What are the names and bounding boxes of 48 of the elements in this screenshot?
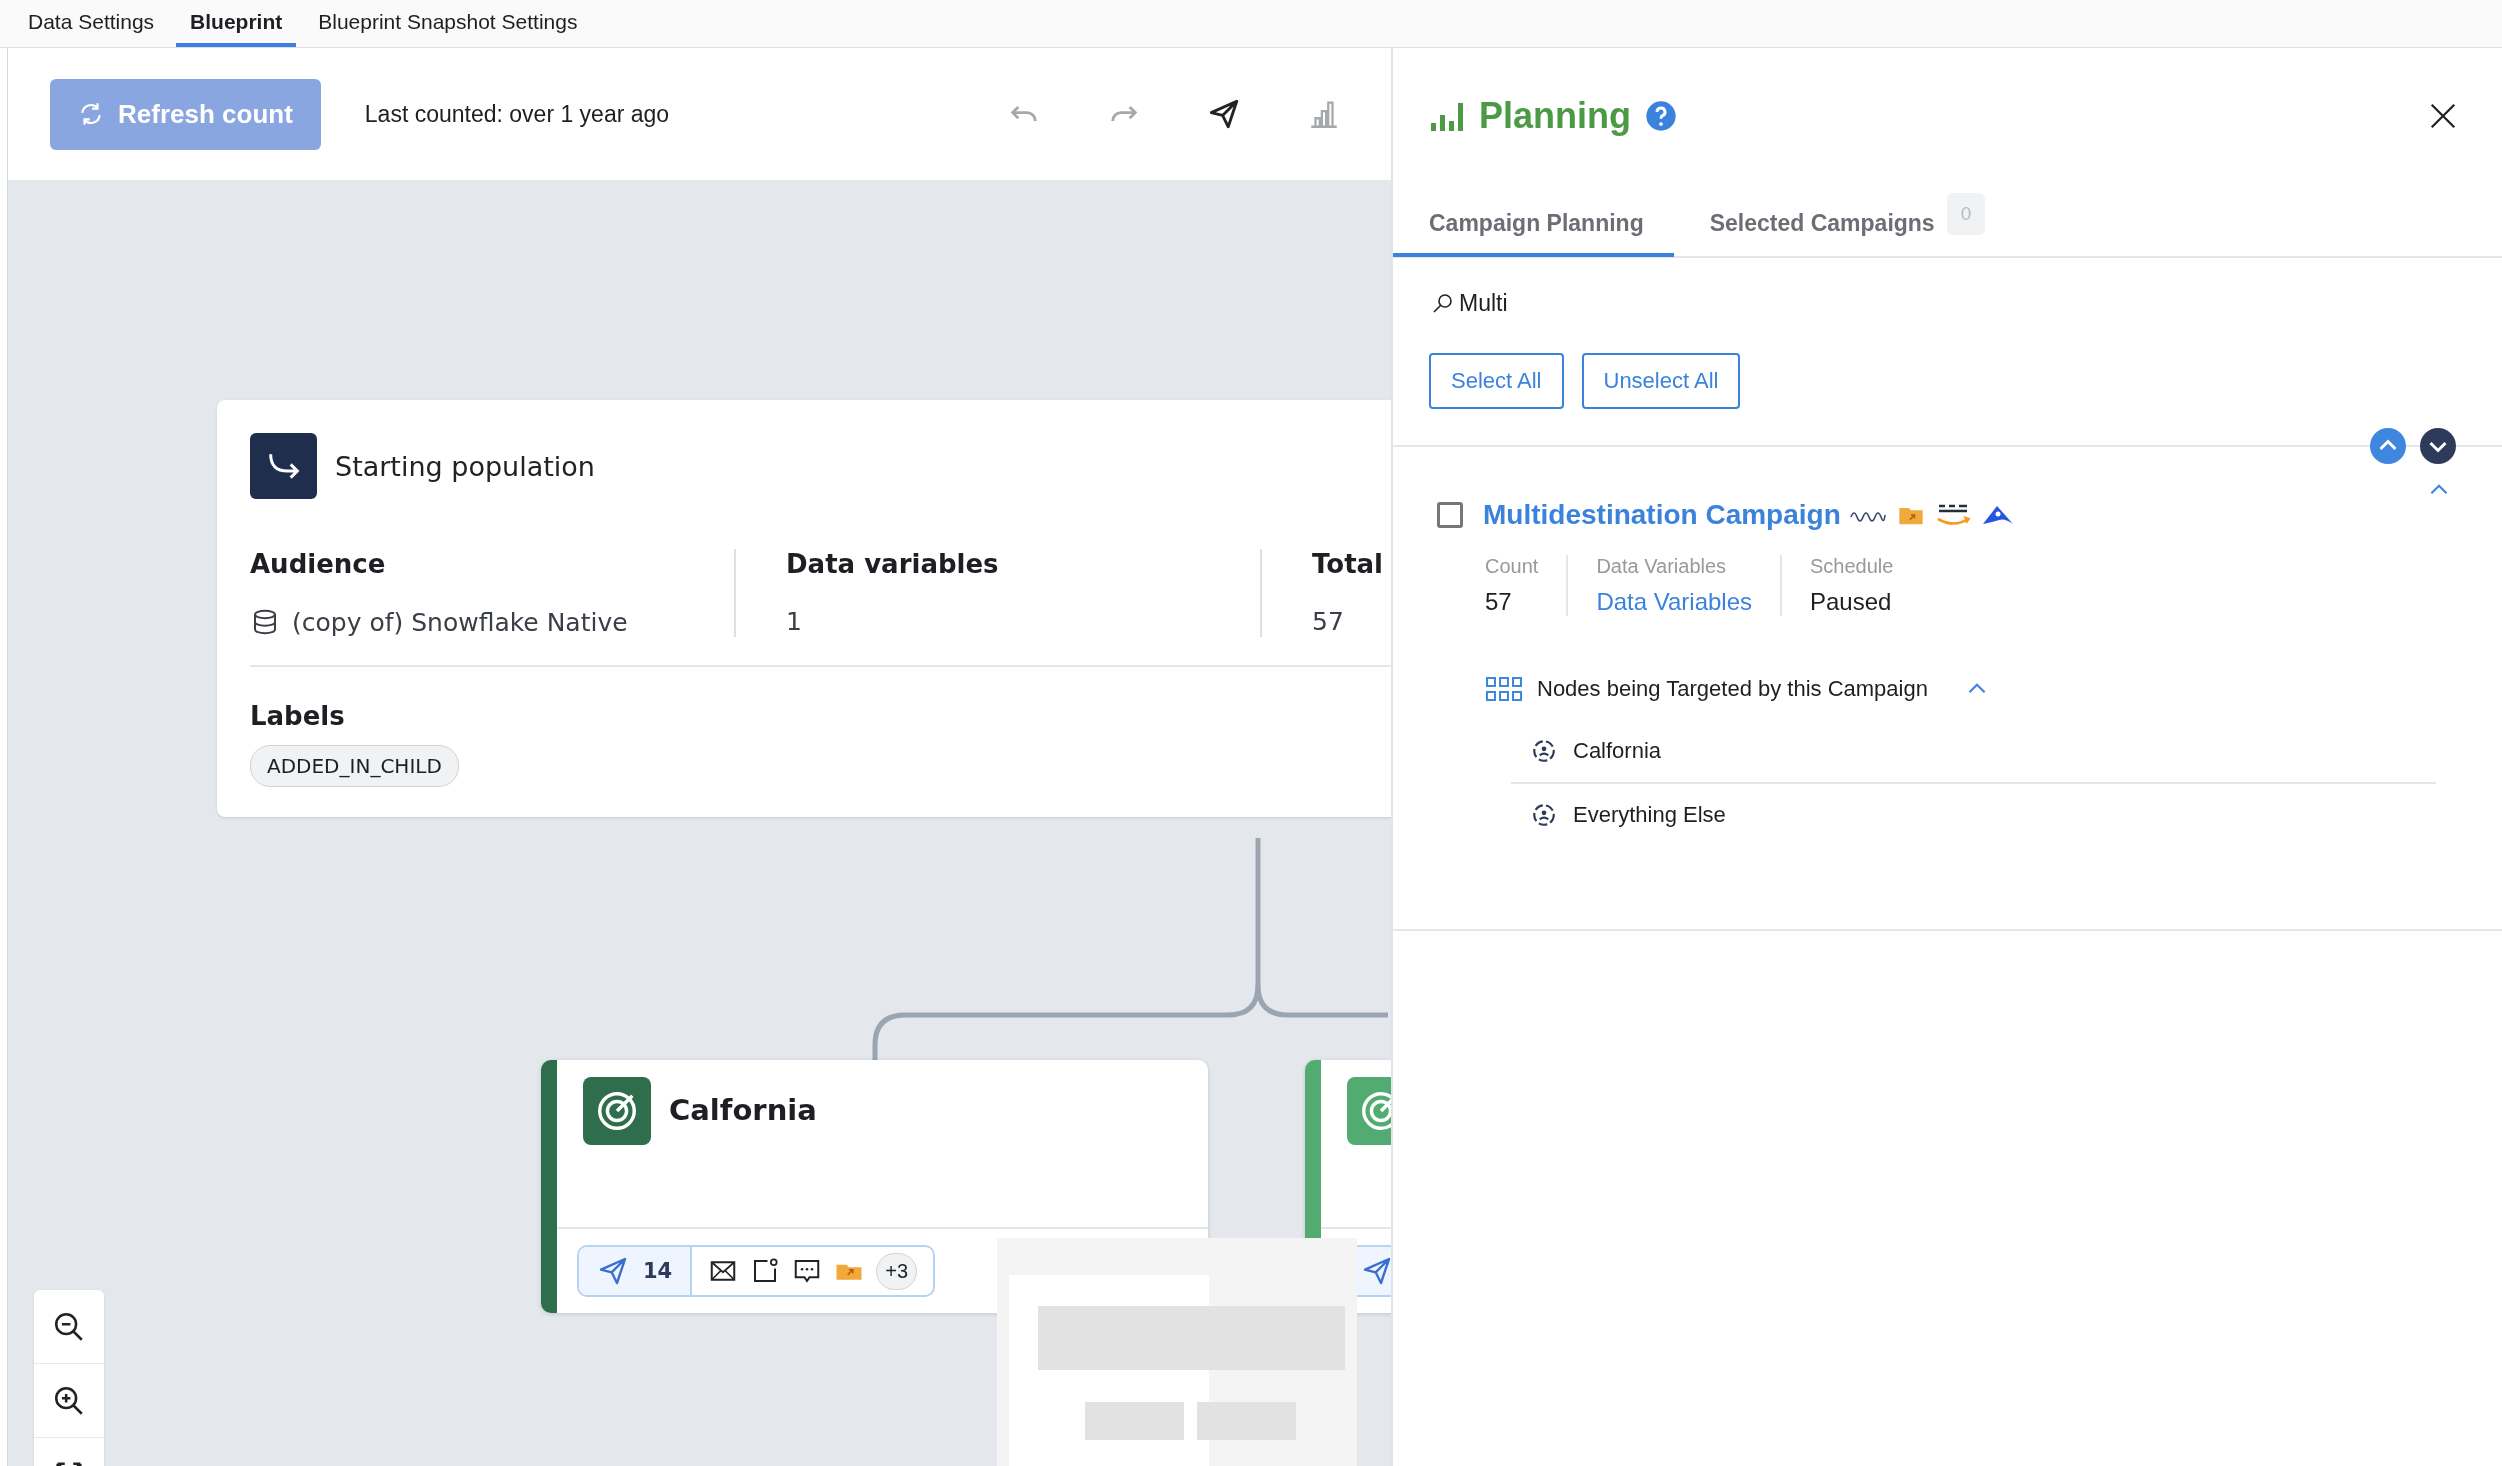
node-name: Everything Else — [1573, 802, 1726, 828]
column-value: 57 — [1312, 607, 1344, 636]
target-node-icon — [1531, 802, 1557, 828]
target-icon — [583, 1077, 651, 1145]
target-node-icon — [1531, 738, 1557, 764]
stat-label: Data Variables — [1596, 555, 1728, 578]
outline-button[interactable]: Unselect All — [1581, 353, 1741, 409]
stat-label: Count — [1485, 555, 1539, 578]
node-title: Starting population — [335, 450, 595, 482]
campaign-name[interactable]: Multidestination Campaign — [1483, 499, 1841, 531]
close-icon[interactable] — [2428, 101, 2458, 131]
scroll-up-icon[interactable] — [2370, 428, 2406, 464]
tab[interactable]: Blueprint Snapshot Settings — [304, 0, 592, 47]
label-chip: ADDED_IN_CHILD — [250, 745, 459, 787]
start-node-card[interactable]: Starting population Audience (copy of) Snowflake Native Data variables 1 Total 57 Labels ADDED_IN_CHILD — [217, 400, 1391, 817]
send-icon — [1361, 1255, 1391, 1287]
node-title: Calfornia — [669, 1093, 817, 1127]
tab[interactable]: Selected Campaigns — [1673, 183, 1943, 257]
column-value: (copy of) Snowflake Native — [292, 607, 628, 637]
help-icon[interactable] — [1645, 100, 1677, 132]
stat-value: 57 — [1485, 588, 1513, 616]
send-icon[interactable] — [1207, 97, 1241, 131]
tab[interactable]: Campaign Planning — [1393, 183, 1674, 257]
column-heading: Total — [1312, 549, 1385, 579]
count-badge: 0 — [1946, 193, 1986, 235]
labels-heading: Labels — [250, 701, 346, 731]
last-counted-text: Last counted: over 1 year ago — [364, 100, 670, 128]
column-heading: Audience — [250, 549, 387, 579]
node-card[interactable]: Calfornia 14 +3 — [541, 1060, 1208, 1313]
stat-label: Schedule — [1810, 555, 1894, 578]
scroll-down-icon[interactable] — [2420, 428, 2456, 464]
outline-button[interactable]: Select All — [1429, 353, 1564, 409]
more-count: +3 — [876, 1252, 918, 1290]
search-field[interactable]: Multi — [1459, 290, 1819, 317]
send-icon — [597, 1255, 629, 1287]
data-variables-link[interactable]: Data Variables — [1596, 588, 1752, 616]
channel-summary[interactable]: 14 +3 — [577, 1245, 936, 1297]
panel-title: Planning — [1479, 95, 1631, 137]
column-heading: Data variables — [786, 549, 1000, 579]
checkbox[interactable] — [1437, 502, 1463, 528]
column-value: 1 — [786, 607, 802, 636]
node-name: Calfornia — [1573, 738, 1662, 764]
stat-value: Paused — [1810, 588, 1893, 616]
tab[interactable]: Data Settings — [28, 0, 169, 47]
grid-icon — [1485, 676, 1523, 702]
send-count: 14 — [643, 1259, 673, 1283]
refresh-icon — [78, 101, 104, 127]
section-heading: Nodes being Targeted by this Campaign — [1537, 676, 1928, 702]
